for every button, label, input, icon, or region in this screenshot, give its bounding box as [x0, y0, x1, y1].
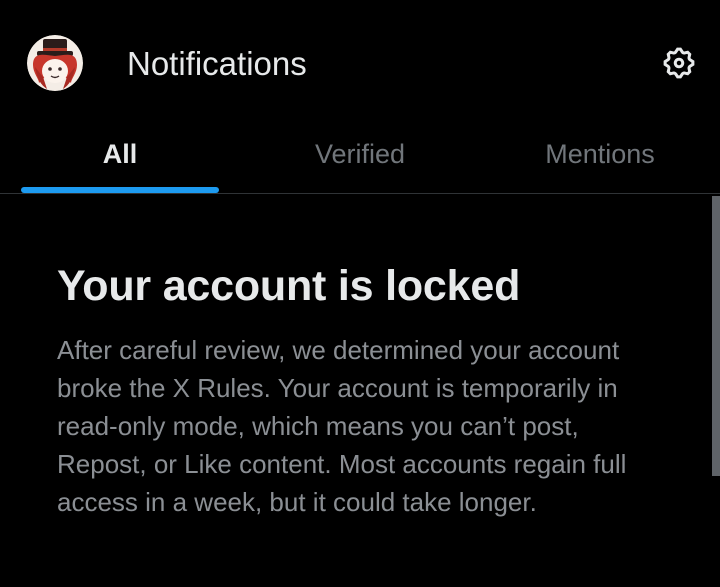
- settings-button[interactable]: [656, 40, 702, 86]
- tab-verified-label: Verified: [314, 139, 406, 169]
- notification-tabs: All Verified Mentions: [0, 128, 720, 194]
- active-tab-indicator: [21, 187, 219, 193]
- locked-notice-title: Your account is locked: [57, 262, 521, 310]
- tab-verified[interactable]: Verified: [240, 128, 480, 193]
- tab-mentions[interactable]: Mentions: [480, 128, 720, 193]
- profile-avatar[interactable]: [27, 35, 83, 91]
- tab-all-label: All: [102, 139, 138, 169]
- top-app-bar: Notifications: [0, 0, 720, 128]
- profile-avatar-icon: [27, 35, 83, 91]
- tab-all[interactable]: All: [0, 128, 240, 193]
- locked-notice: Your account is locked After careful rev…: [0, 194, 710, 587]
- tab-mentions-label: Mentions: [545, 139, 655, 169]
- scrollbar[interactable]: [712, 196, 720, 476]
- gear-icon: [663, 47, 695, 79]
- locked-notice-body: After careful review, we determined your…: [57, 335, 627, 517]
- page-title: Notifications: [127, 45, 307, 82]
